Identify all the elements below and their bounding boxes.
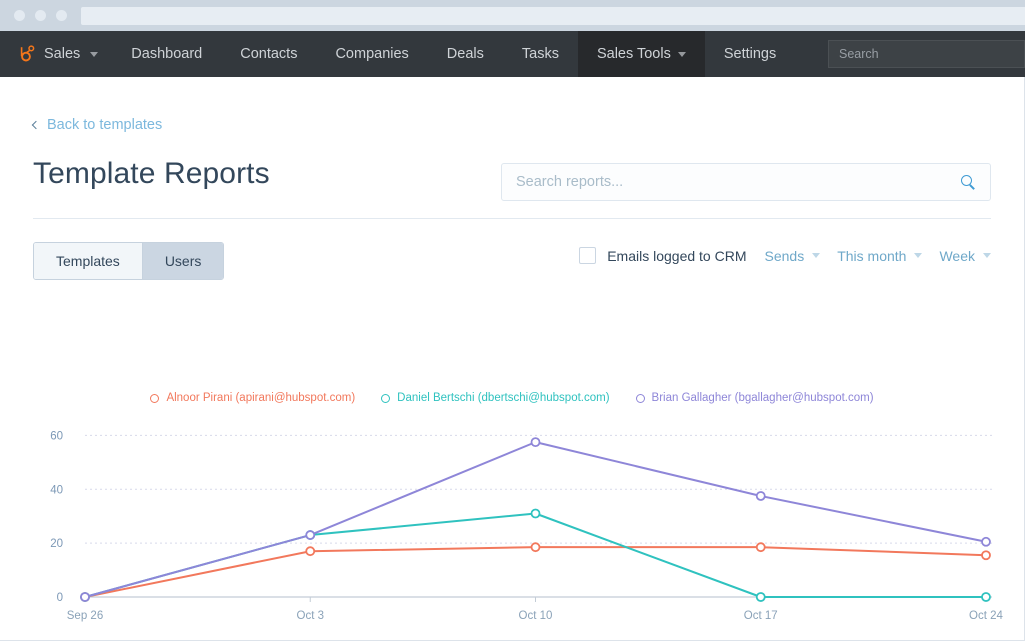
data-point-marker[interactable] bbox=[305, 546, 316, 557]
data-point-marker[interactable] bbox=[755, 491, 766, 501]
nav-brand-sales[interactable]: Sales bbox=[0, 31, 112, 77]
nav-item-label: Contacts bbox=[240, 46, 298, 62]
browser-url-bar[interactable] bbox=[81, 7, 1025, 25]
data-point-marker[interactable] bbox=[530, 542, 541, 553]
x-axis-tick-label: Oct 24 bbox=[969, 610, 1003, 622]
tab-label: Templates bbox=[56, 253, 120, 269]
y-axis-tick-label: 0 bbox=[57, 592, 63, 604]
interval-dropdown-week[interactable]: Week bbox=[939, 248, 991, 264]
data-point-marker[interactable] bbox=[530, 508, 541, 519]
nav-item-companies[interactable]: Companies bbox=[316, 31, 427, 77]
search-reports-placeholder: Search reports... bbox=[516, 174, 624, 190]
chevron-down-icon bbox=[90, 51, 99, 57]
dropdown-label: Sends bbox=[764, 247, 805, 264]
chevron-down-icon bbox=[812, 253, 821, 258]
chevron-down-icon bbox=[914, 253, 923, 258]
data-point-marker[interactable] bbox=[80, 592, 90, 602]
search-icon[interactable] bbox=[961, 174, 976, 190]
nav-item-label: Companies bbox=[335, 46, 409, 62]
filter-controls: Emails logged to CRM Sends This month We… bbox=[579, 247, 991, 264]
global-search-placeholder: Search bbox=[839, 47, 879, 61]
legend-item-daniel-bertschi[interactable]: Daniel Bertschi (dbertschi@hubspot.com) bbox=[381, 392, 610, 404]
legend-marker-icon bbox=[150, 393, 160, 403]
chevron-down-icon bbox=[677, 51, 686, 57]
legend-label: Daniel Bertschi (dbertschi@hubspot.com) bbox=[397, 392, 610, 404]
metric-dropdown-sends[interactable]: Sends bbox=[765, 248, 821, 264]
data-point-marker[interactable] bbox=[981, 592, 991, 602]
chevron-left-icon bbox=[31, 120, 41, 129]
emails-logged-to-crm-checkbox[interactable] bbox=[579, 247, 597, 264]
nav-brand-label: Sales bbox=[44, 46, 81, 62]
nav-item-label: Settings bbox=[723, 46, 777, 62]
series-line bbox=[84, 546, 987, 598]
back-to-templates-link[interactable]: Back to templates bbox=[31, 117, 163, 133]
nav-item-label: Deals bbox=[446, 46, 484, 62]
y-axis-tick-label: 20 bbox=[50, 538, 63, 550]
dropdown-label: Week bbox=[939, 247, 975, 264]
page-content: Back to templates Template Reports Searc… bbox=[0, 77, 1025, 641]
dropdown-label: This month bbox=[837, 247, 907, 264]
legend-label: Alnoor Pirani (apirani@hubspot.com) bbox=[166, 392, 356, 404]
data-point-marker[interactable] bbox=[305, 530, 316, 540]
x-axis-tick-label: Oct 17 bbox=[744, 610, 778, 622]
window-controls bbox=[14, 10, 67, 21]
browser-chrome bbox=[0, 0, 1025, 31]
tab-templates[interactable]: Templates bbox=[34, 243, 142, 279]
legend-label: Brian Gallagher (bgallagher@hubspot.com) bbox=[651, 392, 874, 404]
nav-item-tasks[interactable]: Tasks bbox=[503, 31, 578, 77]
legend-item-brian-gallagher[interactable]: Brian Gallagher (bgallagher@hubspot.com) bbox=[635, 392, 874, 404]
template-reports-line-chart: 0 20 40 60 Sep 26 Oct 3 Oct 10 Oct 17 Oct 24 bbox=[0, 412, 1024, 640]
hubspot-sprocket-icon bbox=[20, 45, 35, 62]
tab-label: Users bbox=[164, 253, 202, 269]
view-tabs: Templates Users bbox=[33, 242, 225, 280]
window-close-dot[interactable] bbox=[14, 10, 25, 21]
window-maximize-dot[interactable] bbox=[56, 10, 67, 21]
series-line bbox=[84, 512, 987, 598]
nav-item-label: Dashboard bbox=[131, 46, 203, 62]
emails-logged-to-crm-label: Emails logged to CRM bbox=[607, 247, 747, 264]
header-divider bbox=[33, 218, 991, 219]
x-axis-tick-label: Sep 26 bbox=[67, 610, 103, 622]
nav-item-deals[interactable]: Deals bbox=[428, 31, 503, 77]
x-axis-tick-label: Oct 3 bbox=[297, 610, 324, 622]
global-search-input[interactable]: Search bbox=[828, 40, 1025, 68]
nav-item-dashboard[interactable]: Dashboard bbox=[112, 31, 221, 77]
tab-users[interactable]: Users bbox=[141, 243, 224, 279]
chart-legend: Alnoor Pirani (apirani@hubspot.com) Dani… bbox=[0, 392, 1024, 404]
chevron-down-icon bbox=[983, 253, 991, 258]
y-axis-tick-label: 60 bbox=[50, 430, 63, 442]
window-minimize-dot[interactable] bbox=[35, 10, 46, 21]
page-title: Template Reports bbox=[33, 157, 270, 190]
data-point-marker[interactable] bbox=[530, 437, 541, 448]
y-axis-tick-label: 40 bbox=[50, 484, 63, 496]
app-navigation-bar: Sales Dashboard Contacts Companies Deals… bbox=[0, 31, 1025, 77]
legend-marker-icon bbox=[635, 393, 645, 403]
legend-item-alnoor-pirani[interactable]: Alnoor Pirani (apirani@hubspot.com) bbox=[150, 392, 355, 404]
nav-item-contacts[interactable]: Contacts bbox=[221, 31, 316, 77]
nav-item-label: Sales Tools bbox=[596, 46, 671, 62]
legend-marker-icon bbox=[381, 393, 391, 403]
search-reports-input[interactable]: Search reports... bbox=[501, 163, 991, 201]
data-point-marker[interactable] bbox=[981, 550, 991, 561]
nav-item-sales-tools[interactable]: Sales Tools bbox=[577, 31, 705, 77]
back-link-label: Back to templates bbox=[47, 117, 163, 133]
series-line bbox=[84, 441, 987, 598]
data-point-marker[interactable] bbox=[981, 536, 991, 547]
data-point-marker[interactable] bbox=[755, 542, 766, 553]
nav-item-label: Tasks bbox=[521, 46, 559, 62]
x-axis-tick-label: Oct 10 bbox=[519, 610, 553, 622]
date-range-dropdown-this-month[interactable]: This month bbox=[837, 247, 923, 264]
data-point-marker[interactable] bbox=[755, 592, 766, 602]
chart-canvas: 0 20 40 60 Sep 26 Oct 3 Oct 10 Oct 17 Oct 24 bbox=[50, 430, 1003, 622]
nav-item-settings[interactable]: Settings bbox=[705, 31, 795, 77]
